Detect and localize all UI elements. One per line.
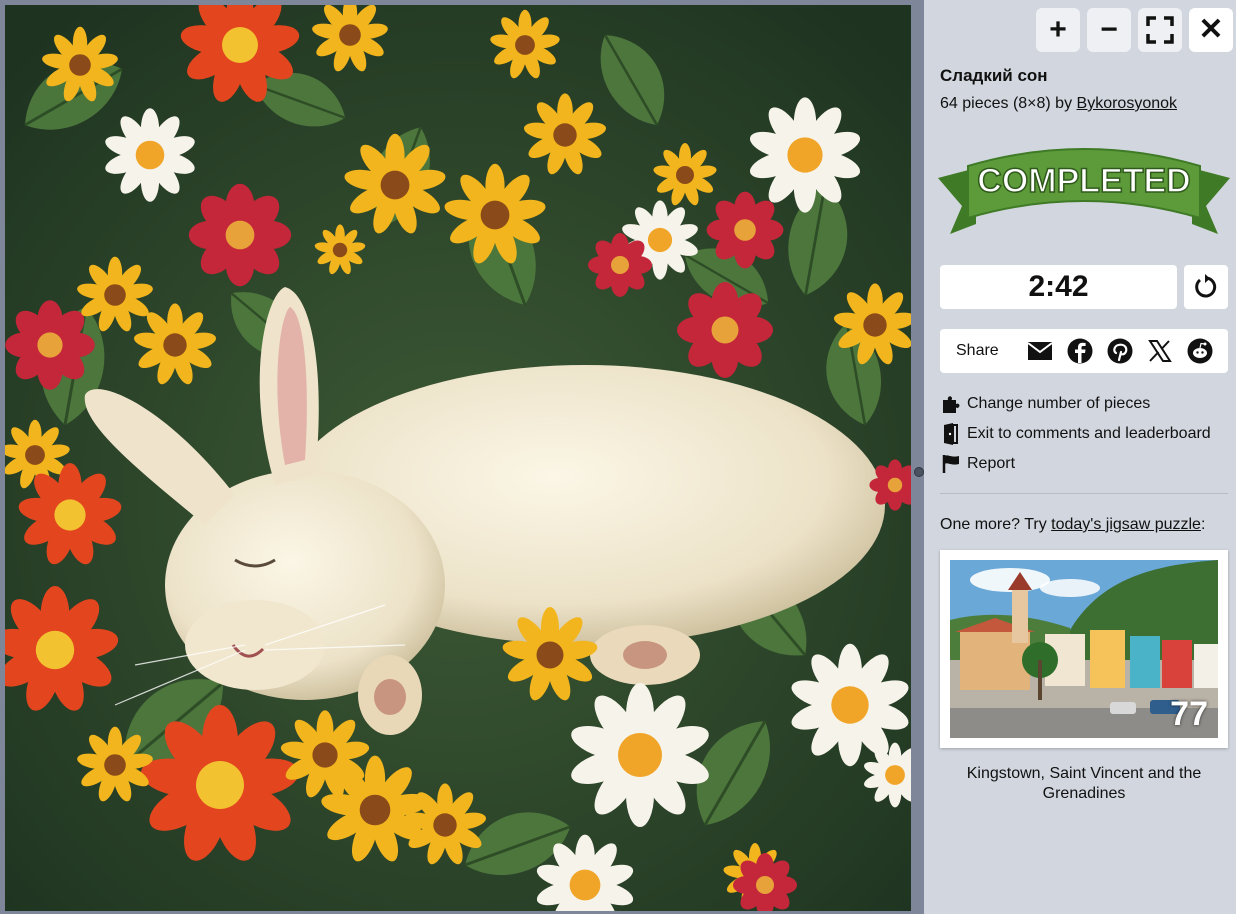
completed-ribbon: COMPLETED — [938, 148, 1230, 234]
pinterest-share-button[interactable] — [1100, 337, 1140, 365]
zoom-in-button[interactable]: + — [1036, 8, 1080, 52]
reddit-share-button[interactable] — [1180, 337, 1220, 365]
fullscreen-button[interactable] — [1138, 8, 1182, 52]
report-label: Report — [967, 455, 1016, 472]
x-icon — [1148, 340, 1172, 362]
puzzle-piece-icon — [940, 393, 962, 415]
reddit-icon — [1187, 338, 1213, 364]
puzzle-number-badge: 77 — [1170, 695, 1208, 733]
flag-icon — [940, 453, 962, 475]
puzzle-image[interactable] — [5, 5, 911, 911]
report-link[interactable]: Report — [940, 453, 1015, 475]
restart-icon — [1195, 274, 1217, 298]
close-icon: ✕ — [1198, 13, 1224, 46]
panel-resize-handle[interactable] — [914, 467, 924, 477]
close-button[interactable]: ✕ — [1189, 8, 1233, 52]
zoom-out-button[interactable]: − — [1087, 8, 1131, 52]
email-icon — [1027, 342, 1053, 360]
one-more-text: One more? Try today's jigsaw puzzle: — [940, 516, 1205, 534]
facebook-share-button[interactable] — [1060, 337, 1100, 365]
x-share-button[interactable] — [1140, 337, 1180, 365]
exit-door-icon — [940, 423, 962, 445]
restart-button[interactable] — [1184, 265, 1228, 309]
pinterest-icon — [1107, 338, 1133, 364]
puzzle-title: Сладкий сон — [940, 66, 1048, 85]
next-puzzle-thumbnail[interactable]: 77 — [940, 550, 1228, 748]
one-more-suffix: : — [1200, 516, 1206, 533]
timer-display: 2:42 — [940, 265, 1177, 309]
exit-link[interactable]: Exit to comments and leaderboard — [940, 423, 1211, 445]
share-bar: Share — [940, 329, 1228, 373]
share-label: Share — [956, 342, 999, 359]
minus-icon: − — [1100, 13, 1118, 46]
plus-icon: + — [1049, 13, 1067, 46]
puzzle-info: 64 pieces (8×8) by Bykorosyonok — [940, 95, 1177, 113]
email-share-button[interactable] — [1020, 337, 1060, 365]
fullscreen-icon — [1146, 16, 1174, 44]
facebook-icon — [1067, 338, 1093, 364]
exit-label: Exit to comments and leaderboard — [967, 425, 1211, 442]
author-link[interactable]: Bykorosyonok — [1077, 95, 1178, 112]
puzzle-canvas[interactable] — [0, 0, 924, 914]
pieces-count: 64 pieces (8×8) by — [940, 95, 1077, 112]
change-pieces-label: Change number of pieces — [967, 395, 1151, 412]
divider — [940, 493, 1228, 494]
sleeping-rabbit-illustration — [5, 5, 911, 911]
side-panel: + − ✕ Сладкий сон 64 pieces (8×8) by Byk… — [924, 0, 1236, 914]
completed-text: COMPLETED — [977, 162, 1190, 200]
change-pieces-link[interactable]: Change number of pieces — [940, 393, 1150, 415]
todays-puzzle-link[interactable]: today's jigsaw puzzle — [1051, 516, 1201, 533]
next-puzzle-caption: Kingstown, Saint Vincent and the Grenadi… — [966, 765, 1202, 802]
one-more-prefix: One more? Try — [940, 516, 1052, 533]
